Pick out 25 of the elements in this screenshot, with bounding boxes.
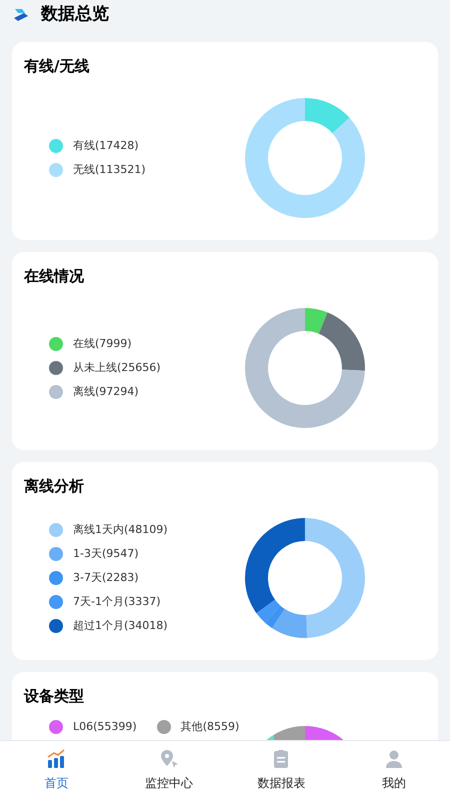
legend-label: L06(55399) [73,720,137,734]
tab[interactable]: 我的 [338,741,450,800]
legend-label: 其他(8559) [180,720,240,734]
tab[interactable]: 首页 [0,741,112,800]
card-title: 离线分析 [23,476,85,496]
legend-label: 7天-1个月(3337) [73,595,161,609]
legend-label: 有线(17428) [73,139,139,153]
card-title: 有线/无线 [22,56,90,76]
map-pin-icon [158,749,179,769]
user-icon [384,749,404,769]
legend-label: 在线(7999) [73,337,132,351]
legend-label: 离线1天内(48109) [73,523,168,537]
bar-chart-icon [46,749,66,769]
legend-label: 离线(97294) [73,385,139,399]
logo-icon [13,8,29,22]
legend-label: 3-7天(2283) [73,571,139,585]
legend-label: 无线(113521) [73,163,146,177]
tab[interactable]: 数据报表 [225,741,338,800]
legend-label: 超过1个月(34018) [73,619,168,633]
tab[interactable]: 监控中心 [112,741,225,800]
legend-label: 从未上线(25656) [73,361,161,375]
card-title: 在线情况 [22,266,85,286]
card-title: 设备类型 [22,686,85,706]
legend-label: 1-3天(9547) [73,547,139,561]
page-title: 数据总览 [41,3,109,26]
